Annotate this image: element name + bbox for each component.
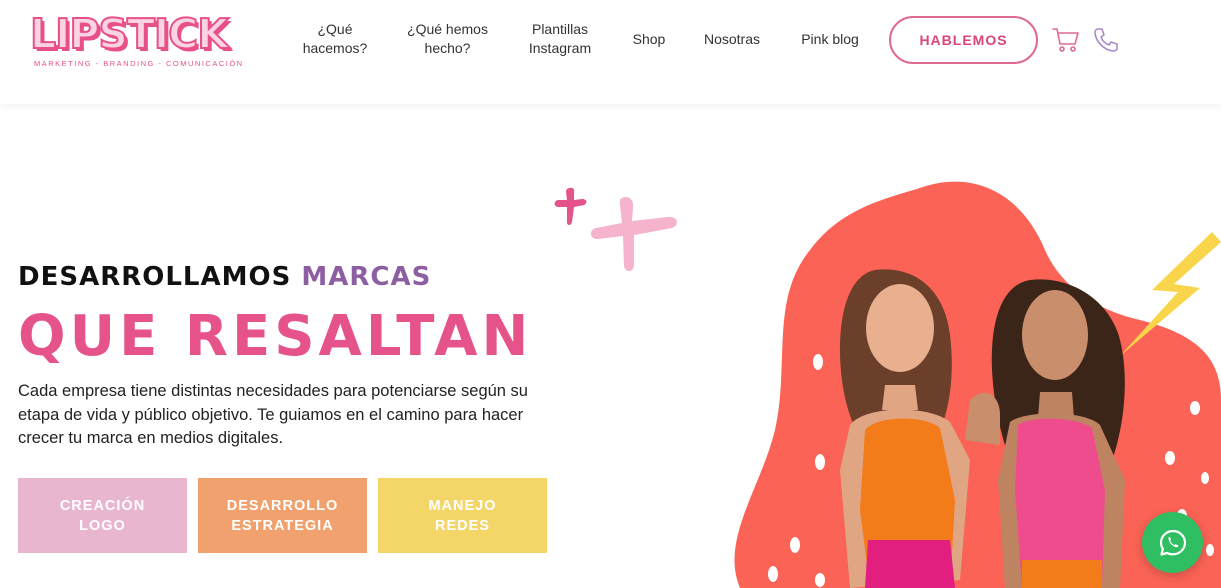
nav-label-line2: Instagram	[528, 40, 592, 56]
lipstick-logo[interactable]: LIPSTICK MARKETING - BRANDING - COMUNICA…	[29, 9, 242, 70]
service-label-line2: ESTRATEGIA	[231, 517, 334, 534]
sparkle-icon	[590, 197, 677, 271]
hero-headline-small: DESARROLLAMOS MARCAS	[18, 262, 431, 292]
nav-label-line2: hacemos?	[302, 40, 368, 56]
nav-que-hemos-hecho[interactable]: ¿Qué hemos hecho?	[400, 20, 495, 58]
hablemos-button[interactable]: HABLEMOS	[889, 16, 1038, 64]
hero-illustration	[734, 181, 1221, 588]
nav-que-hacemos[interactable]: ¿Qué hacemos?	[298, 20, 372, 58]
service-manejo-redes[interactable]: MANEJO REDES	[378, 478, 547, 553]
whatsapp-icon	[1159, 529, 1186, 556]
nav-label-line2: hecho?	[424, 40, 471, 56]
nav-plantillas-instagram[interactable]: Plantillas Instagram	[522, 20, 598, 58]
nav-nosotras[interactable]: Nosotras	[700, 30, 764, 49]
nav-shop[interactable]: Shop	[627, 30, 671, 49]
service-label-line2: REDES	[435, 517, 490, 534]
hero-headline-big: QUE RESALTAN	[18, 304, 533, 369]
service-label-line1: CREACIÓN	[59, 497, 146, 514]
service-desarrollo-estrategia[interactable]: DESARROLLO ESTRATEGIA	[198, 478, 367, 553]
cart-icon[interactable]	[1052, 27, 1080, 53]
service-label-line1: MANEJO	[428, 497, 497, 514]
site-header: LIPSTICK MARKETING - BRANDING - COMUNICA…	[0, 0, 1221, 104]
nav-pink-blog[interactable]: Pink blog	[795, 30, 865, 49]
nav-label: Pink blog	[801, 31, 859, 47]
service-label-line1: DESARROLLO	[226, 497, 339, 514]
phone-icon[interactable]	[1093, 27, 1119, 53]
service-creacion-logo[interactable]: CREACIÓN LOGO	[18, 478, 187, 553]
hero-description: Cada empresa tiene distintas necesidades…	[18, 382, 528, 447]
service-label-line2: LOGO	[79, 517, 126, 534]
nav-label: Nosotras	[703, 31, 761, 47]
headline-accent: MARCAS	[301, 262, 432, 292]
nav-label-line1: ¿Qué	[317, 21, 353, 37]
headline-part1: DESARROLLAMOS	[18, 262, 292, 292]
whatsapp-button[interactable]	[1142, 512, 1203, 573]
nav-label-line1: Plantillas	[531, 21, 589, 37]
logo-wordmark: LIPSTICK	[29, 9, 230, 59]
logo-tagline: MARKETING - BRANDING - COMUNICACIÓN	[34, 59, 244, 68]
nav-label-line1: ¿Qué hemos	[407, 21, 488, 37]
nav-label: Shop	[632, 31, 666, 47]
